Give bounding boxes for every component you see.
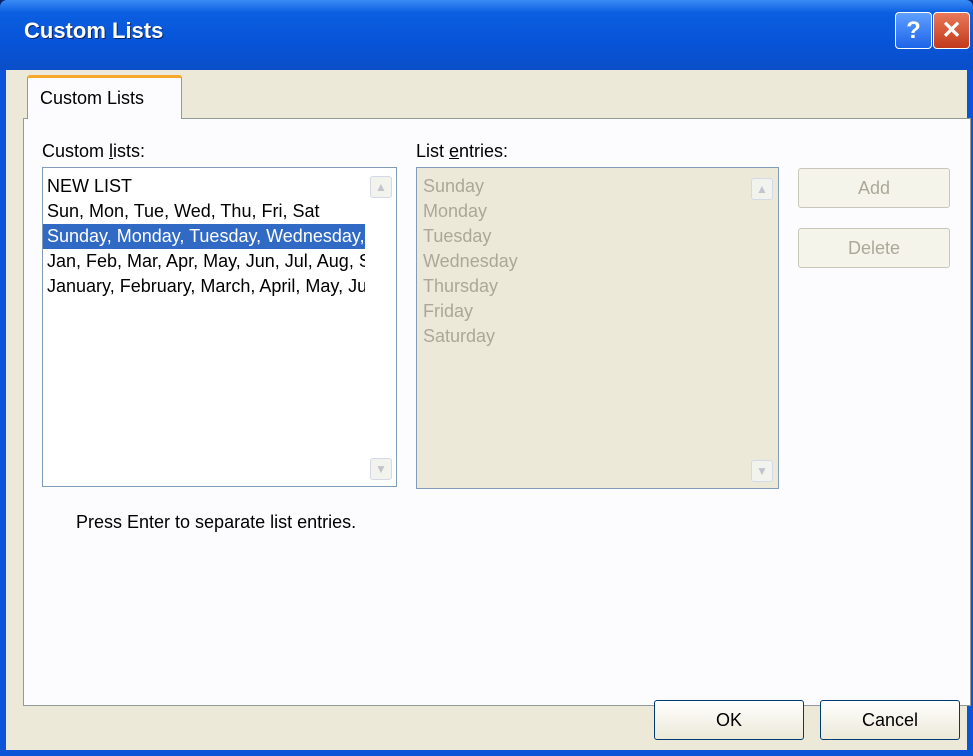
ok-button[interactable]: OK (654, 700, 804, 740)
list-item[interactable]: NEW LIST (43, 174, 365, 199)
delete-button[interactable]: Delete (798, 228, 950, 268)
list-entry: Friday (423, 301, 474, 321)
list-entries-label: List entries: (416, 141, 509, 161)
list-item[interactable]: Sunday, Monday, Tuesday, Wednesday, Thur… (43, 224, 365, 249)
list-entry: Saturday (423, 326, 496, 346)
cancel-button[interactable]: Cancel (820, 700, 960, 740)
close-icon: ✕ (941, 17, 962, 44)
list-entry: Thursday (423, 276, 499, 296)
custom-lists-listbox[interactable]: NEW LIST Sun, Mon, Tue, Wed, Thu, Fri, Sa… (42, 167, 397, 487)
tab-label: Custom Lists (40, 88, 145, 108)
list-item[interactable]: January, February, March, April, May, Ju… (43, 274, 365, 299)
title-bar[interactable]: Custom Lists ? ✕ (0, 0, 973, 70)
scroll-up-icon[interactable]: ▲ (751, 178, 773, 200)
custom-lists-scrollbar[interactable]: ▲ ▼ (370, 172, 392, 484)
list-entries-textbox[interactable]: Sunday Monday Tuesday Wednesday Thursday Frid… (416, 167, 779, 489)
help-button[interactable]: ? (895, 12, 932, 49)
scroll-down-icon[interactable]: ▼ (370, 458, 392, 480)
custom-lists-label: Custom lists: (42, 141, 146, 161)
scroll-down-icon[interactable]: ▼ (751, 460, 773, 482)
add-button[interactable]: Add (798, 168, 950, 208)
list-entry: Tuesday (423, 226, 492, 246)
close-button[interactable]: ✕ (933, 12, 970, 49)
scroll-up-icon[interactable]: ▲ (370, 176, 392, 198)
help-icon: ? (906, 17, 921, 44)
hint-text: Press Enter to separate list entries. (76, 512, 357, 532)
tab-custom-lists[interactable]: Custom Lists (27, 75, 182, 119)
list-entry: Monday (423, 201, 488, 221)
dialog-window: Custom Lists ? ✕ Custom Lists Custom lis… (0, 0, 973, 756)
list-entry: Wednesday (423, 251, 518, 271)
list-item[interactable]: Jan, Feb, Mar, Apr, May, Jun, Jul, Aug, … (43, 249, 365, 274)
list-entries-scrollbar[interactable]: ▲ ▼ (751, 172, 773, 484)
list-item[interactable]: Sun, Mon, Tue, Wed, Thu, Fri, Sat (43, 199, 365, 224)
window-border-bottom (0, 750, 973, 756)
list-entry: Sunday (423, 176, 485, 196)
window-title: Custom Lists (24, 18, 164, 43)
